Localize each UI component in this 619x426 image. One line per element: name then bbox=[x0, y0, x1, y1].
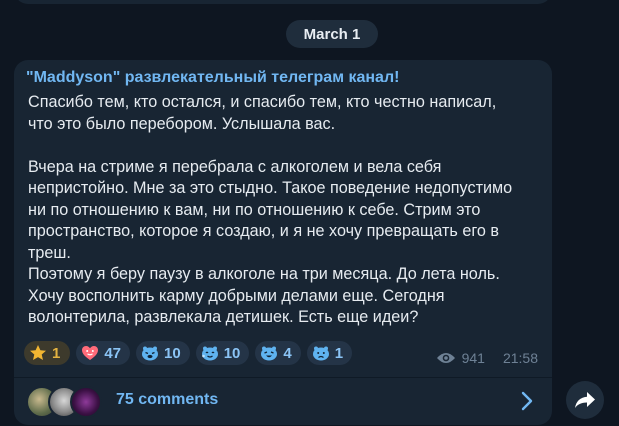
heart-face-icon bbox=[82, 346, 99, 360]
share-button[interactable] bbox=[566, 381, 604, 419]
reaction-heart-face[interactable]: 47 bbox=[76, 341, 131, 365]
channel-post[interactable]: "Maddyson" развлекательный телеграм кана… bbox=[14, 60, 552, 425]
reaction-count: 1 bbox=[52, 344, 61, 362]
reactions-bar: 1 47 10 10 4 1 bbox=[24, 341, 353, 365]
reaction-count: 10 bbox=[223, 344, 241, 362]
reaction-count: 47 bbox=[104, 344, 122, 362]
laughing-face-icon bbox=[261, 346, 278, 361]
chevron-right-icon bbox=[521, 391, 533, 411]
date-separator: March 1 bbox=[286, 20, 378, 48]
view-count: 941 bbox=[461, 350, 485, 366]
previous-message-bubble bbox=[14, 0, 552, 4]
star-icon bbox=[30, 345, 46, 360]
reaction-count: 10 bbox=[164, 344, 181, 362]
reaction-crying-face[interactable]: 10 bbox=[136, 341, 190, 365]
comments-label: 75 comments bbox=[116, 391, 219, 408]
eye-icon bbox=[436, 353, 455, 363]
avatar bbox=[70, 386, 102, 418]
reaction-count: 1 bbox=[334, 344, 344, 362]
reaction-tears-face[interactable]: 10 bbox=[195, 341, 250, 365]
sad-face-icon bbox=[312, 346, 329, 361]
commenter-avatars bbox=[26, 386, 106, 418]
tears-face-icon bbox=[201, 346, 218, 361]
share-arrow-icon bbox=[575, 392, 595, 408]
reaction-count: 4 bbox=[283, 344, 292, 362]
reaction-star[interactable]: 1 bbox=[24, 341, 71, 365]
channel-name[interactable]: "Maddyson" развлекательный телеграм кана… bbox=[26, 69, 399, 87]
crying-face-icon bbox=[142, 346, 159, 361]
post-meta: 941 21:58 bbox=[436, 350, 538, 366]
message-text: Спасибо тем, кто остался, и спасибо тем,… bbox=[28, 93, 513, 326]
date-label: March 1 bbox=[303, 25, 361, 43]
reaction-laughing-face[interactable]: 4 bbox=[255, 341, 301, 365]
reaction-sad-face[interactable]: 1 bbox=[306, 341, 353, 365]
post-time: 21:58 bbox=[502, 350, 538, 366]
comments-button[interactable]: 75 comments bbox=[14, 378, 552, 425]
